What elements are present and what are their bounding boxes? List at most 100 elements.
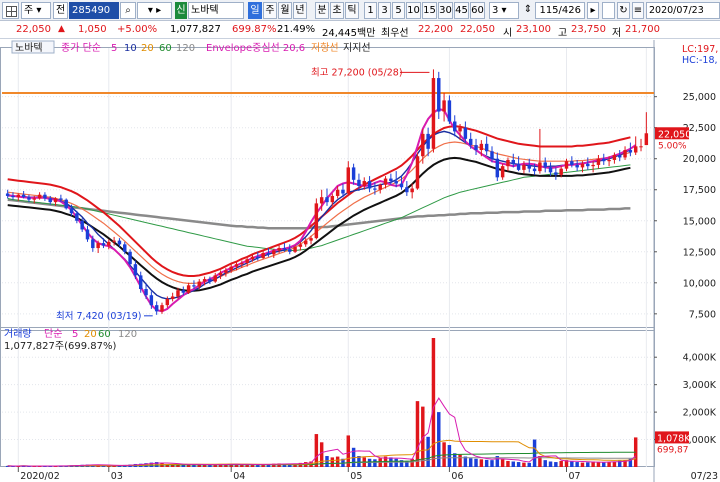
candle-body (138, 275, 143, 290)
page-spin-icon[interactable]: ▸ (587, 2, 599, 19)
candle-body (186, 285, 191, 293)
volume-summary: 1,077,827주(699.87%) (4, 341, 116, 352)
custom-period-select[interactable]: 3 ▾ (489, 2, 519, 19)
candle-body (117, 240, 122, 245)
candle-body (69, 208, 74, 214)
candle-body (277, 248, 281, 251)
volume-bar (373, 459, 377, 467)
period-week[interactable]: 주 (263, 2, 277, 19)
minute-15[interactable]: 15 (422, 2, 437, 19)
minute-1[interactable]: 1 (364, 2, 377, 19)
candle-body (554, 172, 558, 175)
candle-body (335, 189, 340, 196)
volume-tick-label: 4,000K (683, 353, 717, 364)
candle-body (570, 161, 574, 165)
market-select-label: 주 (24, 5, 34, 16)
candle-body (154, 305, 159, 312)
high-annotation: 최고 27,200 (05/28) (311, 67, 403, 78)
volume-bar (559, 460, 563, 467)
refresh-icon[interactable]: ↻ (617, 2, 630, 19)
legend-resistance: 저항선 (311, 42, 339, 54)
up-arrow-icon: ▲ (58, 24, 65, 34)
candle-body (330, 195, 335, 203)
candle-body (453, 121, 457, 132)
checkbox-icon[interactable] (602, 2, 615, 19)
candle-body (293, 246, 297, 252)
period-month[interactable]: 월 (278, 2, 292, 19)
minute-5[interactable]: 5 (392, 2, 405, 19)
candle-body (442, 100, 446, 112)
page-count-field[interactable]: 115/426 (535, 2, 585, 19)
candle-body (351, 167, 356, 180)
nav-arrows[interactable]: ▾ ▸ (137, 2, 172, 19)
volume-bar (548, 461, 553, 467)
minute-10[interactable]: 10 (406, 2, 421, 19)
minute-60[interactable]: 60 (470, 2, 485, 19)
volume-bar (516, 462, 521, 467)
trade-amount: 24,445백만 (322, 28, 376, 39)
volume-bar (415, 401, 420, 467)
period-year[interactable]: 년 (293, 2, 307, 19)
candle-body (362, 181, 366, 187)
candle-body (48, 198, 52, 203)
custom-period-value: 3 (492, 5, 499, 16)
candle-body (53, 198, 58, 203)
candle-body (580, 163, 585, 168)
x-tick-label: 05 (350, 471, 362, 482)
candle-body (208, 279, 212, 282)
volume-bar (479, 459, 484, 467)
candle-body (421, 133, 425, 157)
volume-tick-label: 2,000K (683, 408, 717, 419)
candle-body (272, 250, 276, 255)
candle-body (303, 240, 308, 245)
x-tick-label: 07 (569, 471, 581, 482)
low-price: 21,700 (625, 24, 660, 35)
volume-bar (458, 454, 462, 467)
candle-body (218, 272, 223, 276)
search-button[interactable]: ⌕ (120, 2, 136, 19)
minute-45[interactable]: 45 (454, 2, 469, 19)
candle-body (383, 178, 388, 185)
grid-menu-icon[interactable] (2, 2, 19, 19)
date-field[interactable]: 2020/07/23 (646, 2, 720, 19)
candle-body (256, 256, 260, 258)
candle-body (623, 150, 627, 158)
chart-lines-icon[interactable]: ≡ (632, 2, 644, 19)
candle-body (319, 197, 324, 204)
best-bid: 22,050 (460, 24, 495, 35)
candle-body (405, 187, 409, 193)
candle-body (149, 295, 154, 306)
period-minute[interactable]: 분 (315, 2, 329, 19)
legend-price-label: 종가 단순 (61, 42, 101, 54)
candle-body (234, 264, 239, 267)
candle-body (463, 127, 468, 139)
volume-bar (330, 457, 335, 467)
period-second[interactable]: 초 (330, 2, 344, 19)
candle-body (532, 168, 537, 172)
chart-background (0, 40, 720, 482)
minute-30[interactable]: 30 (438, 2, 453, 19)
period-tick[interactable]: 틱 (345, 2, 359, 19)
market-select[interactable]: 주 ▾ (21, 2, 51, 19)
candle-body (213, 275, 217, 282)
open-price: 23,100 (516, 24, 551, 35)
candle-body (27, 197, 31, 200)
candle-body (633, 146, 638, 153)
candle-body (399, 183, 404, 188)
candle-body (250, 256, 255, 260)
candle-body (628, 150, 633, 153)
price-chart: 25,00022,50020,00017,50015,00012,50010,0… (0, 40, 720, 482)
lc-label: LC:197, (682, 44, 718, 55)
stock-code-input[interactable]: 285490 (69, 2, 119, 19)
low-label: 저 (612, 28, 622, 39)
candle-body (394, 181, 398, 184)
candle-body (176, 290, 180, 297)
volume-bar (484, 459, 489, 467)
volume-ma-60: 60 (98, 329, 111, 340)
jeon-select[interactable]: 전 (53, 2, 68, 19)
stock-name-field[interactable]: 노바텍 (188, 2, 244, 19)
volume-bar (586, 462, 590, 467)
spin-icon[interactable]: ⇕ (523, 2, 533, 19)
minute-3[interactable]: 3 (378, 2, 391, 19)
period-day[interactable]: 일 (248, 2, 262, 19)
